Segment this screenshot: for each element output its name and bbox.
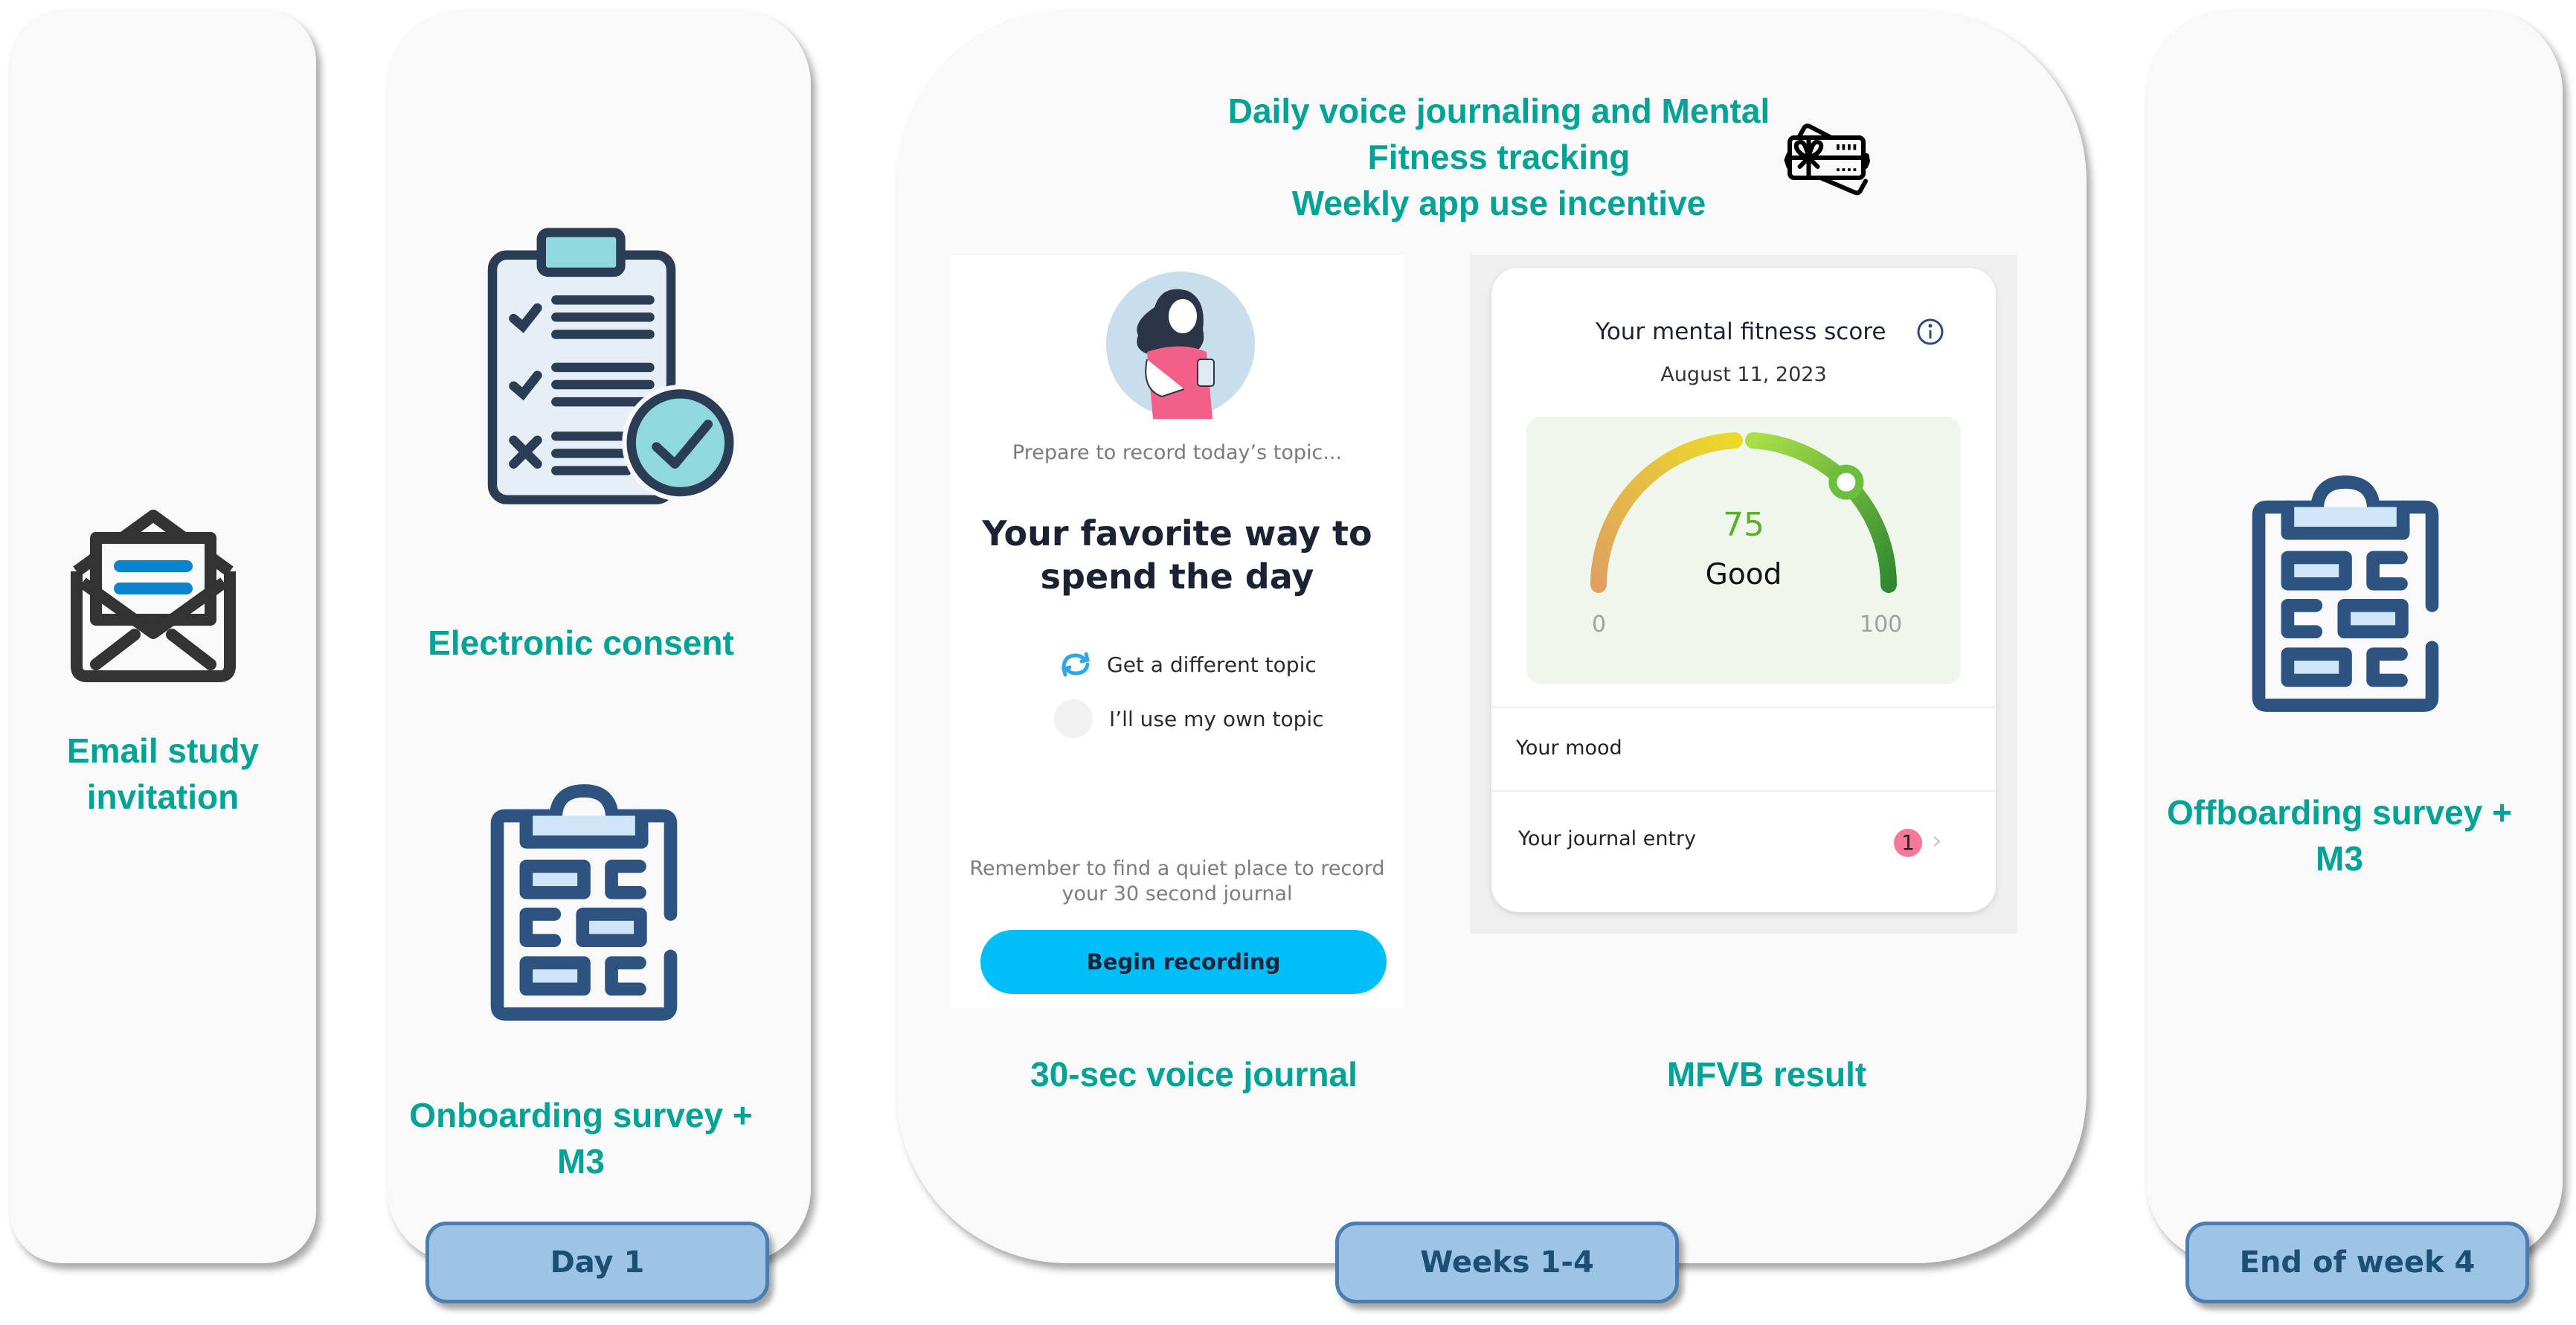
mfvb-result-screen: Your mental fitness score August 11, 202… xyxy=(1470,255,2017,934)
use-own-topic-option[interactable]: I’ll use my own topic xyxy=(1054,699,1324,738)
offboarding-survey-label: Offboarding survey + M3 xyxy=(2146,789,2533,882)
your-mood-row[interactable]: Your mood xyxy=(1491,707,1996,790)
prepare-text: Prepare to record today’s topic... xyxy=(1012,441,1343,464)
envelope-icon xyxy=(71,510,236,682)
onboarding-survey-label: Onboarding survey + M3 xyxy=(387,1092,775,1184)
get-different-topic-label: Get a different topic xyxy=(1107,652,1317,677)
gauge-max-label: 100 xyxy=(1860,612,1903,638)
woman-with-phone-illustration xyxy=(1106,272,1255,419)
begin-recording-button[interactable]: Begin recording xyxy=(980,930,1387,994)
refresh-icon xyxy=(1061,652,1091,677)
use-own-topic-label: I’ll use my own topic xyxy=(1109,706,1324,731)
email-label-line2: invitation xyxy=(86,777,240,816)
caption-voice-journal: 30-sec voice journal xyxy=(1030,1055,1358,1094)
stage-panel-email: Email study invitation xyxy=(10,10,316,1263)
offboarding-label-line1: Offboarding survey + xyxy=(2167,793,2512,832)
gift-card-icon xyxy=(1784,123,1870,196)
offboarding-survey-icon xyxy=(2252,475,2439,712)
onboarding-label-line2: M3 xyxy=(557,1142,605,1181)
stage-panel-day1: Electronic consent Onboarding survey + M… xyxy=(387,10,811,1263)
reminder-text: Remember to find a quiet place to record… xyxy=(950,856,1404,907)
journal-count-badge: 1 xyxy=(1894,829,1922,857)
reminder-line2: your 30 second journal xyxy=(1061,882,1293,905)
topic-title: Your favorite way to spend the day xyxy=(950,512,1404,598)
mental-fitness-title: Your mental fitness score xyxy=(1596,318,1886,345)
timeline-pill-day1: Day 1 xyxy=(425,1222,769,1303)
electronic-consent-label: Electronic consent xyxy=(428,623,734,662)
email-label-line1: Email study xyxy=(66,731,260,770)
score-value: 75 xyxy=(1723,506,1764,544)
score-date: August 11, 2023 xyxy=(1660,363,1827,386)
chevron-right-icon[interactable]: › xyxy=(1932,826,1942,856)
timeline-pill-weeks: Weeks 1-4 xyxy=(1335,1222,1679,1303)
mental-fitness-card: Your mental fitness score August 11, 202… xyxy=(1491,268,1996,912)
score-gauge: 75 Good 0 100 xyxy=(1526,417,1961,684)
consent-clipboard-icon xyxy=(487,228,739,504)
get-different-topic-option[interactable]: Get a different topic xyxy=(1058,649,1317,679)
stage-panel-end: Offboarding survey + M3 xyxy=(2146,10,2563,1263)
caption-mfvb-result: MFVB result xyxy=(1666,1055,1867,1094)
timeline-pill-end: End of week 4 xyxy=(2185,1222,2529,1303)
journal-entry-label: Your journal entry xyxy=(1518,827,1697,850)
info-icon[interactable] xyxy=(1915,317,1945,347)
voice-journal-screen: Prepare to record today’s topic... Your … xyxy=(950,255,1404,1008)
gauge-indicator xyxy=(1828,464,1864,500)
topic-line2: spend the day xyxy=(1040,556,1314,597)
gauge-min-label: 0 xyxy=(1592,612,1607,638)
score-rating: Good xyxy=(1705,558,1782,591)
topic-line1: Your favorite way to xyxy=(982,513,1372,554)
own-topic-radio[interactable] xyxy=(1054,699,1093,738)
email-invitation-label: Email study invitation xyxy=(10,728,316,820)
reminder-line1: Remember to find a quiet place to record xyxy=(969,857,1385,880)
offboarding-label-line2: M3 xyxy=(2316,839,2363,878)
your-mood-label: Your mood xyxy=(1516,737,1622,760)
onboarding-survey-icon xyxy=(490,784,678,1021)
journal-entry-row[interactable]: Your journal entry 1 › xyxy=(1491,790,1996,896)
onboarding-label-line1: Onboarding survey + xyxy=(409,1096,753,1135)
